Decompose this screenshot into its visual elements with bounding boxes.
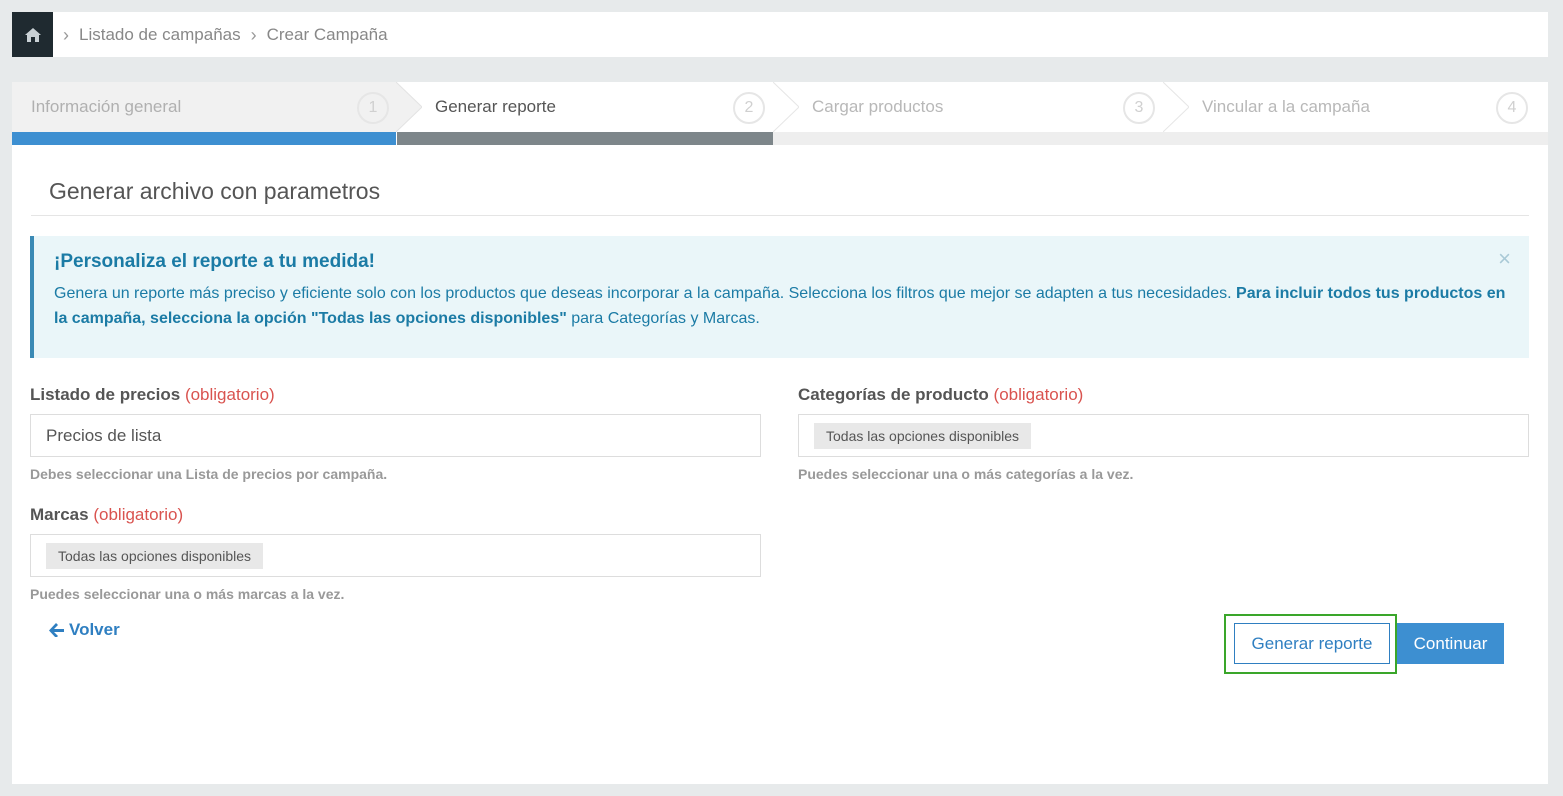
price-list-label: Listado de precios (obligatorio) — [30, 385, 275, 405]
alert-text-part: para Categorías y Marcas. — [566, 310, 760, 327]
continue-button[interactable]: Continuar — [1397, 623, 1504, 664]
breadcrumb: › Listado de campañas › Crear Campaña — [12, 12, 1548, 57]
brands-help: Puedes seleccionar una o más marcas a la… — [30, 586, 345, 602]
selected-tag[interactable]: Todas las opciones disponibles — [46, 542, 264, 569]
step-number-badge: 2 — [733, 92, 765, 124]
pending-progress-bar — [773, 132, 1548, 145]
panel-title: Generar archivo con parametros — [49, 178, 381, 204]
divider — [31, 215, 1529, 216]
home-icon — [24, 27, 41, 42]
close-icon[interactable]: × — [1498, 246, 1511, 272]
step-label: Información general — [31, 97, 182, 116]
brands-label: Marcas (obligatorio) — [30, 505, 183, 525]
arrow-left-icon — [49, 623, 64, 637]
required-marker: (obligatorio) — [993, 385, 1084, 404]
selected-tag[interactable]: Todas las opciones disponibles — [814, 422, 1032, 449]
step-generate-report[interactable]: Generar reporte 2 — [396, 82, 773, 132]
home-button[interactable] — [12, 12, 53, 57]
step-divider-arrow — [1163, 82, 1189, 132]
breadcrumb-item-campaign-list[interactable]: Listado de campañas — [79, 25, 241, 45]
step-label: Generar reporte — [435, 97, 556, 116]
alert-heading: ¡Personaliza el reporte a tu medida! — [54, 251, 375, 272]
step-1-progress-bar — [12, 132, 396, 145]
step-link-campaign[interactable]: Vincular a la campaña 4 — [1163, 82, 1548, 132]
step-divider-arrow — [773, 82, 799, 132]
step-upload-products[interactable]: Cargar productos 3 — [773, 82, 1163, 132]
back-link[interactable]: Volver — [49, 620, 120, 640]
chevron-right-icon: › — [250, 24, 257, 45]
generate-report-button[interactable]: Generar reporte — [1234, 623, 1390, 664]
step-label: Cargar productos — [812, 97, 944, 116]
label-text: Marcas — [30, 505, 89, 524]
categories-multiselect[interactable]: Todas las opciones disponibles — [798, 414, 1529, 457]
selected-value: Precios de lista — [46, 425, 162, 445]
categories-label: Categorías de producto (obligatorio) — [798, 385, 1083, 405]
step-2-progress-bar — [397, 132, 773, 145]
campaign-wizard: Información general 1 Generar reporte 2 … — [12, 82, 1548, 784]
required-marker: (obligatorio) — [184, 385, 275, 404]
step-number-badge: 3 — [1123, 92, 1155, 124]
label-text: Listado de precios — [30, 385, 181, 404]
categories-help: Puedes seleccionar una o más categorías … — [798, 466, 1134, 482]
chevron-right-icon: › — [63, 24, 69, 45]
alert-text-part: Genera un reporte más preciso y eficient… — [54, 285, 1237, 302]
step-number-badge: 4 — [1496, 92, 1528, 124]
wizard-steps: Información general 1 Generar reporte 2 … — [12, 82, 1548, 145]
breadcrumb-item-create-campaign: Crear Campaña — [266, 24, 388, 44]
step-number-badge: 1 — [357, 92, 389, 124]
info-alert: ¡Personaliza el reporte a tu medida! Gen… — [30, 236, 1529, 358]
label-text: Categorías de producto — [798, 385, 989, 404]
back-label: Volver — [69, 620, 120, 639]
brands-multiselect[interactable]: Todas las opciones disponibles — [30, 534, 761, 577]
price-list-select[interactable]: Precios de lista — [30, 414, 761, 457]
step-divider-arrow — [396, 82, 422, 132]
price-list-help: Debes seleccionar una Lista de precios p… — [30, 466, 388, 482]
step-label: Vincular a la campaña — [1202, 97, 1370, 116]
alert-text: Genera un reporte más preciso y eficient… — [54, 281, 1509, 331]
required-marker: (obligatorio) — [93, 505, 184, 524]
step-general-info[interactable]: Información general 1 — [12, 82, 396, 132]
